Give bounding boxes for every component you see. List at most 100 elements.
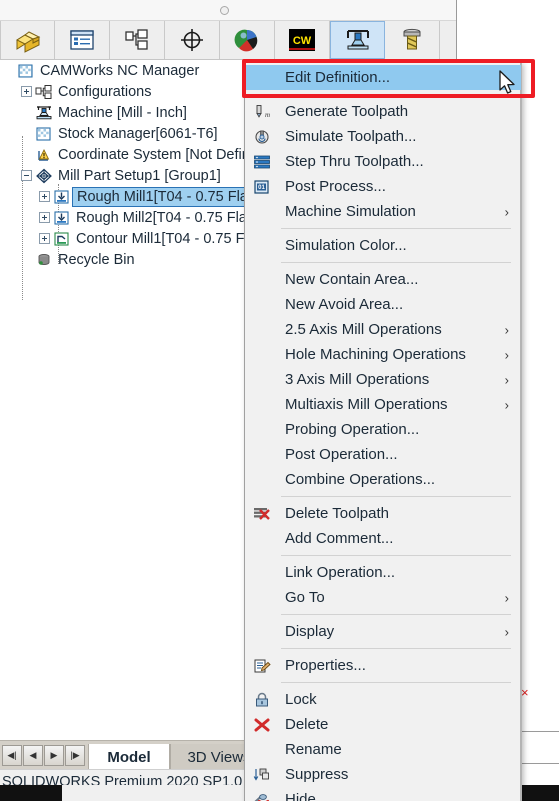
menu-item-generate-toolpath[interactable]: m Generate Toolpath (245, 99, 521, 124)
menu-item-simulation-color[interactable]: Simulation Color... (245, 233, 521, 258)
tree-expander-slot[interactable] (18, 170, 34, 181)
tree-item-label: CAMWorks NC Manager (40, 62, 200, 79)
tree-item-label: Rough Mill1[T04 - 0.75 Flat (72, 186, 257, 207)
menu-item-label: Delete (285, 716, 329, 733)
tree-item-label: Stock Manager[6061-T6] (58, 125, 218, 142)
rough-mill-icon (52, 188, 72, 206)
configurations-icon (34, 83, 54, 101)
menu-item-label: Lock (285, 691, 317, 708)
menu-item-label: Probing Operation... (285, 421, 420, 438)
menu-separator (281, 614, 511, 615)
collapse-minus-icon[interactable] (20, 170, 32, 181)
menu-separator (281, 648, 511, 649)
menu-item-hide[interactable]: Hide (245, 787, 521, 801)
chevron-right-icon: › (504, 397, 509, 412)
camworks-tool-tree-icon[interactable] (385, 21, 440, 59)
simulate-toolpath-icon (251, 128, 273, 146)
menu-item-label: Simulation Color... (285, 237, 407, 254)
menu-item-label: Post Process... (285, 178, 386, 195)
nc-manager-icon (16, 62, 36, 80)
chevron-right-icon: › (504, 347, 509, 362)
tree-expander-slot[interactable] (36, 191, 52, 202)
menu-separator (281, 682, 511, 683)
menu-item-post-operation[interactable]: Post Operation... (245, 442, 521, 467)
menu-item-label: Hole Machining Operations (285, 346, 466, 363)
tree-expander-slot[interactable] (36, 233, 52, 244)
menu-item-post-process[interactable]: 01 Post Process... (245, 174, 521, 199)
properties-icon (251, 657, 273, 675)
menu-item-label: Step Thru Toolpath... (285, 153, 424, 170)
panel-top-strip (0, 0, 456, 21)
tab-model[interactable]: Model (88, 744, 170, 770)
chevron-right-icon: › (504, 624, 509, 639)
menu-item-machine-simulation[interactable]: Machine Simulation › (245, 199, 521, 224)
expand-plus-icon[interactable] (38, 191, 50, 202)
feature-manager-toolbar: CW (0, 21, 456, 60)
expand-plus-icon[interactable] (38, 233, 50, 244)
menu-item-delete-toolpath[interactable]: Delete Toolpath (245, 501, 521, 526)
menu-item-delete[interactable]: Delete (245, 712, 521, 737)
step-thru-toolpath-icon (251, 153, 273, 171)
nav-next-button[interactable]: ▶ (44, 745, 64, 766)
menu-item-edit-definition[interactable]: Edit Definition... (245, 65, 521, 90)
graphics-area-top (456, 0, 559, 21)
application-window: CW CAMWorks NC Manager Configurations Ma… (0, 0, 559, 801)
menu-item-lock[interactable]: Lock (245, 687, 521, 712)
tree-expander-slot[interactable] (18, 86, 34, 97)
menu-separator (281, 496, 511, 497)
hide-icon (251, 791, 273, 801)
mouse-cursor-icon (498, 70, 518, 103)
nav-prev-button[interactable]: ◀ (23, 745, 43, 766)
camworks-operation-tree-icon[interactable] (330, 21, 385, 59)
configuration-manager-icon[interactable] (110, 21, 165, 59)
tree-item-label: Rough Mill2[T04 - 0.75 Flat (76, 209, 251, 226)
tree-item-label: Coordinate System [Not Define (58, 146, 258, 163)
stock-manager-icon (34, 125, 54, 143)
menu-item-suppress[interactable]: Suppress (245, 762, 521, 787)
tree-item-label: Contour Mill1[T04 - 0.75 Fla (76, 230, 256, 247)
display-manager-icon[interactable] (220, 21, 275, 59)
tree-item-label: Mill Part Setup1 [Group1] (58, 167, 221, 184)
menu-item-label: Machine Simulation (285, 203, 416, 220)
menu-item-3-axis-mill-operations[interactable]: 3 Axis Mill Operations › (245, 367, 521, 392)
menu-item-multiaxis-mill-operations[interactable]: Multiaxis Mill Operations › (245, 392, 521, 417)
menu-item-label: 3 Axis Mill Operations (285, 371, 430, 388)
property-manager-icon[interactable] (55, 21, 110, 59)
menu-item-link-operation[interactable]: Link Operation... (245, 560, 521, 585)
camworks-feature-tree-icon[interactable]: CW (275, 21, 330, 59)
menu-item-label: Rename (285, 741, 342, 758)
menu-item-probing-operation[interactable]: Probing Operation... (245, 417, 521, 442)
menu-item-new-avoid-area[interactable]: New Avoid Area... (245, 292, 521, 317)
tree-expander-slot[interactable] (36, 212, 52, 223)
menu-item-step-thru-toolpath[interactable]: Step Thru Toolpath... (245, 149, 521, 174)
tree-item-label: Machine [Mill - Inch] (58, 104, 187, 121)
menu-item-add-comment[interactable]: Add Comment... (245, 526, 521, 551)
chevron-right-icon: › (504, 322, 509, 337)
menu-item-hole-machining-operations[interactable]: Hole Machining Operations › (245, 342, 521, 367)
menu-item-label: Display (285, 623, 335, 640)
pin-dot-icon[interactable] (220, 6, 229, 15)
menu-item-2-5-axis-mill-operations[interactable]: 2.5 Axis Mill Operations › (245, 317, 521, 342)
menu-item-new-contain-area[interactable]: New Contain Area... (245, 267, 521, 292)
menu-separator (281, 94, 511, 95)
menu-item-display[interactable]: Display › (245, 619, 521, 644)
menu-item-label: Go To (285, 589, 325, 606)
tree-item-label: Configurations (58, 83, 152, 100)
menu-item-label: 2.5 Axis Mill Operations (285, 321, 442, 338)
features-tree-icon[interactable] (0, 21, 55, 59)
expand-plus-icon[interactable] (20, 86, 32, 97)
nav-first-button[interactable]: ◀| (2, 745, 22, 766)
menu-item-rename[interactable]: Rename (245, 737, 521, 762)
menu-item-properties[interactable]: Properties... (245, 653, 521, 678)
expand-plus-icon[interactable] (38, 212, 50, 223)
menu-separator (281, 262, 511, 263)
dimxpert-icon[interactable] (165, 21, 220, 59)
menu-item-combine-operations[interactable]: Combine Operations... (245, 467, 521, 492)
menu-item-go-to[interactable]: Go To › (245, 585, 521, 610)
menu-item-label: Combine Operations... (285, 471, 436, 488)
menu-item-label: Suppress (285, 766, 349, 783)
nav-last-button[interactable]: |▶ (65, 745, 85, 766)
menu-item-label: Link Operation... (285, 564, 396, 581)
generate-toolpath-icon: m (251, 103, 273, 121)
menu-item-simulate-toolpath[interactable]: Simulate Toolpath... (245, 124, 521, 149)
